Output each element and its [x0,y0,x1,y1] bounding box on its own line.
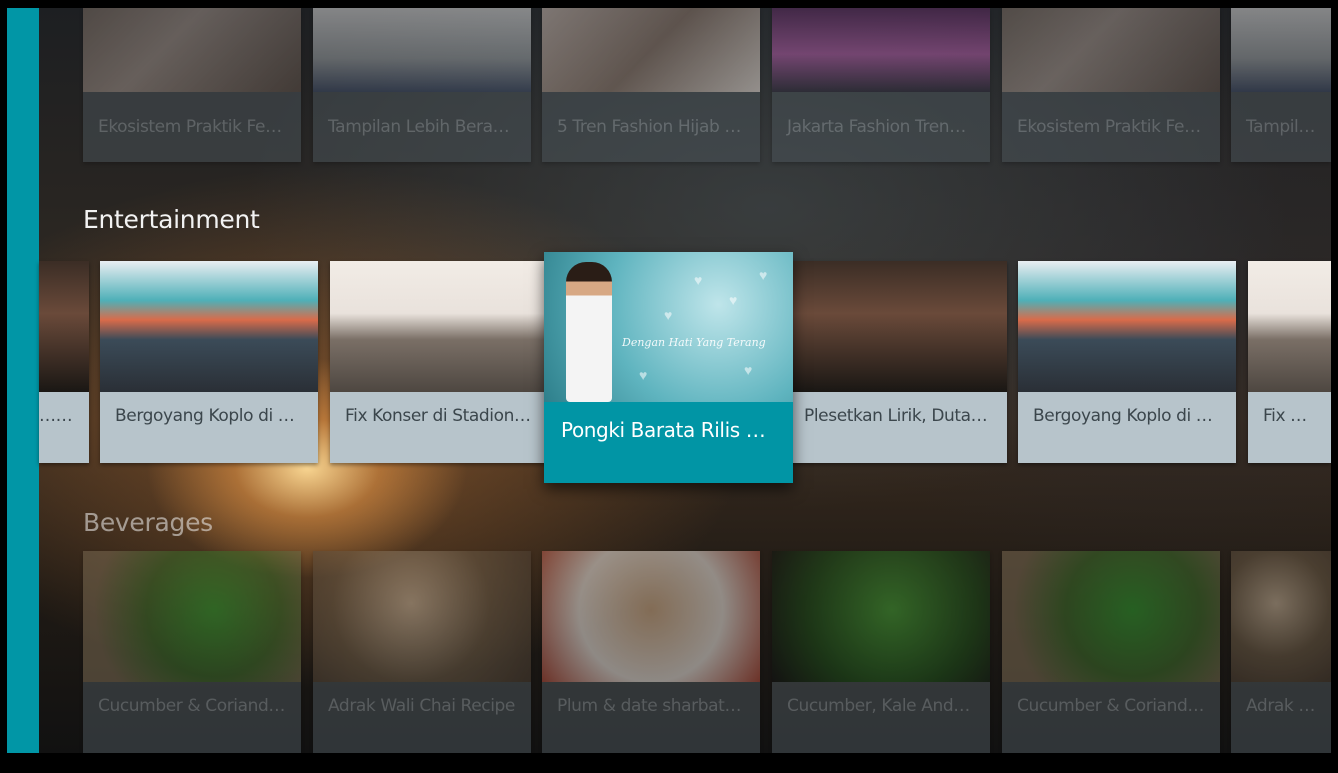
card-thumbnail [1248,261,1331,392]
card-caption: Adrak Wali… [1246,696,1331,716]
card-entertainment-6[interactable]: Fix Konse… [1248,261,1331,463]
card-entertainment-1[interactable]: Bergoyang Koplo di Fe… [100,261,318,463]
card-beverage-3[interactable]: Plum & date sharbat mi… [542,551,760,753]
card-caption: Jakarta Fashion Trend … [787,117,982,137]
card-caption: Tampilan L… [1246,117,1331,137]
card-caption: Pongki Barata Rilis Kar… [561,418,793,442]
heart-icon: ♥ [664,307,673,323]
card-fashion-5[interactable]: Ekosistem Praktik Fesy… [1002,8,1220,162]
card-entertainment-2[interactable]: Fix Konser di Stadion U… [330,261,548,463]
card-fashion-3[interactable]: 5 Tren Fashion Hijab ya… [542,8,760,162]
card-fashion-4[interactable]: Jakarta Fashion Trend … [772,8,990,162]
card-entertainment-4[interactable]: Plesetkan Lirik, Duta Bi… [789,261,1007,463]
heart-icon: ♥ [694,272,703,288]
thumbnail-artwork: ♥ ♥ ♥ ♥ ♥ ♥ Dengan Hati Yang Terang [544,252,793,402]
card-beverage-6[interactable]: Adrak Wali… [1231,551,1331,753]
card-thumbnail [100,261,318,392]
card-caption: Ekosistem Praktik Fesy… [1017,117,1219,137]
card-caption: Ekosistem Praktik Fesy… [98,117,300,137]
card-thumbnail [1231,551,1331,682]
card-caption: Cucumber, Kale And S… [787,696,986,716]
card-caption: Plum & date sharbat mi… [557,696,760,716]
singer-figure [566,262,612,402]
card-beverage-5[interactable]: Cucumber & Coriander … [1002,551,1220,753]
card-caption: Tampilan Lebih Berani … [328,117,529,137]
card-entertainment-5[interactable]: Bergoyang Koplo di Fe… [1018,261,1236,463]
heart-icon: ♥ [744,362,753,378]
card-caption: Fix Konser di Stadion U… [345,406,548,426]
card-thumbnail [542,551,760,682]
card-caption: Cucumber & Coriander … [1017,696,1220,716]
card-caption: Adrak Wali Chai Recipe [328,696,515,716]
heart-icon: ♥ [759,267,768,283]
card-beverage-4[interactable]: Cucumber, Kale And S… [772,551,990,753]
card-beverage-1[interactable]: Cucumber & Coriander … [83,551,301,753]
card-thumbnail [1002,551,1220,682]
thumbnail-script-text: Dengan Hati Yang Terang [622,336,766,349]
headers-rail[interactable] [7,8,39,753]
heart-icon: ♥ [729,292,738,308]
card-thumbnail [83,8,301,92]
card-thumbnail [772,551,990,682]
card-entertainment-3-focused[interactable]: ♥ ♥ ♥ ♥ ♥ ♥ Dengan Hati Yang Terang Pong… [544,252,793,483]
card-fashion-6[interactable]: Tampilan L… [1231,8,1331,162]
card-thumbnail [772,8,990,92]
card-thumbnail [1018,261,1236,392]
card-thumbnail [1002,8,1220,92]
card-caption: Bergoyang Koplo di Fe… [115,406,313,426]
card-caption: 5 Tren Fashion Hijab ya… [557,117,760,137]
tv-browse-screen: Ekosistem Praktik Fesy… Tampilan Lebih B… [7,8,1331,753]
card-caption: Plesetkan Lirik, Duta Bi… [804,406,1007,426]
card-thumbnail [313,551,531,682]
card-entertainment-0[interactable]: …Bi… [39,261,89,463]
card-thumbnail [789,261,1007,392]
card-fashion-1[interactable]: Ekosistem Praktik Fesy… [83,8,301,162]
row-title-beverages: Beverages [83,508,213,537]
card-thumbnail [330,261,548,392]
heart-icon: ♥ [639,367,648,383]
card-thumbnail [39,261,89,392]
card-thumbnail: ♥ ♥ ♥ ♥ ♥ ♥ Dengan Hati Yang Terang [544,252,793,402]
card-thumbnail [313,8,531,92]
card-beverage-2[interactable]: Adrak Wali Chai Recipe [313,551,531,753]
card-caption: Cucumber & Coriander … [98,696,301,716]
card-thumbnail [1231,8,1331,92]
card-fashion-2[interactable]: Tampilan Lebih Berani … [313,8,531,162]
row-title-entertainment: Entertainment [83,205,260,234]
card-caption: Bergoyang Koplo di Fe… [1033,406,1231,426]
card-thumbnail [83,551,301,682]
card-thumbnail [542,8,760,92]
card-caption: Fix Konse… [1263,406,1331,426]
card-caption: …Bi… [39,406,88,426]
